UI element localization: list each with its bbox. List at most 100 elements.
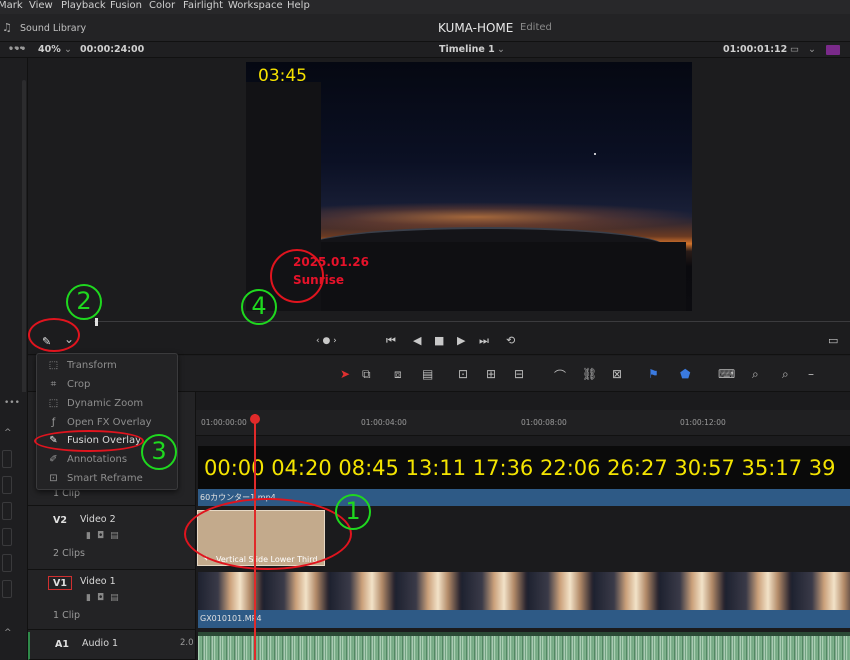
insert-clip-icon[interactable]: ⊡ (458, 367, 468, 381)
music-note-icon[interactable]: ♫ (2, 21, 12, 34)
track-clip-count: 1 Clip (53, 610, 81, 621)
selection-tool-icon[interactable]: ➤ (340, 367, 350, 381)
zoom-out-icon[interactable]: – (808, 367, 814, 381)
clip-counter-video[interactable]: 00:00 04:20 08:45 13:11 17:36 22:06 26:2… (198, 446, 850, 506)
blade-tool-icon[interactable]: ▤ (422, 367, 433, 381)
viewer (28, 58, 850, 313)
clip-audio[interactable] (198, 632, 850, 660)
timeline-name[interactable]: Timeline 1 (439, 44, 495, 55)
menu-playback[interactable]: Playback (61, 0, 106, 12)
side-tab[interactable] (2, 476, 12, 494)
track-badge[interactable]: A1 (50, 638, 74, 652)
project-title: KUMA-HOME (438, 21, 514, 35)
link-icon[interactable]: ⛓ (582, 367, 597, 381)
loop-icon[interactable]: ⟲ (506, 334, 515, 347)
side-tab[interactable] (2, 528, 12, 546)
viewer-layout-icon[interactable]: ▭ (790, 44, 799, 55)
chevron-up-icon[interactable]: ^ (4, 428, 12, 438)
chevron-down-icon[interactable]: ⌄ (64, 44, 72, 55)
annotation-pen-icon: ✐ (49, 454, 58, 465)
zoom-detail-icon[interactable]: ⌕ (752, 367, 759, 382)
play-icon[interactable]: ▶ (457, 334, 465, 347)
crop-icon: ⌗ (50, 379, 57, 390)
rooftop-railing (286, 242, 686, 311)
trim-tool-icon[interactable]: ⧉ (362, 367, 371, 382)
menu-item-smart-reframe[interactable]: ⊡ Smart Reframe (37, 470, 177, 488)
zoom-full-icon[interactable]: ⌨ (718, 367, 735, 381)
scrub-playhead[interactable] (95, 318, 98, 326)
fx-icon: ƒ (51, 417, 56, 428)
dynamic-zoom-icon: ⬚ (48, 398, 59, 409)
track-controls-icon[interactable]: ▮◘▤ (86, 531, 125, 541)
side-tab[interactable] (2, 450, 12, 468)
star-dot (594, 153, 596, 155)
menu-workspace[interactable]: Workspace (228, 0, 283, 12)
fx-badge-icon[interactable] (826, 45, 840, 55)
more-options-icon[interactable]: ••• (4, 398, 20, 408)
menu-item-open-fx-overlay[interactable]: ƒ Open FX Overlay (37, 414, 177, 432)
go-to-end-icon[interactable]: ⏭ (479, 334, 489, 348)
menu-item-crop[interactable]: ⌗ Crop (37, 376, 177, 394)
zoom-custom-icon[interactable]: ⌕ (782, 367, 789, 382)
chevron-up-icon[interactable]: ^ (4, 628, 12, 638)
clip-thumbnails (198, 572, 850, 610)
timeline-ruler[interactable]: 01:00:00:00 01:00:04:00 01:00:08:00 01:0… (196, 410, 850, 436)
side-tab[interactable] (2, 554, 12, 572)
chevron-down-icon[interactable]: ⌄ (808, 44, 816, 55)
clip-main-video[interactable]: GX010101.MP4 (198, 572, 850, 628)
dynamic-trim-icon[interactable]: ⧈ (394, 367, 402, 382)
scrub-bar[interactable] (28, 313, 850, 329)
left-panel-scrollbar[interactable] (22, 80, 26, 400)
track-controls-icon[interactable]: ▮◘▤ (86, 593, 125, 603)
more-options-icon[interactable]: ••• (8, 44, 24, 54)
scrub-track[interactable] (94, 321, 850, 322)
smart-reframe-icon: ⊡ (49, 473, 58, 484)
step-marker-1: 1 (335, 494, 371, 530)
track-badge[interactable]: V2 (48, 514, 72, 528)
menu-item-dynamic-zoom[interactable]: ⬚ Dynamic Zoom (37, 395, 177, 413)
stop-icon[interactable]: ■ (434, 334, 444, 347)
side-tab[interactable] (2, 502, 12, 520)
record-timecode: 01:00:01:12 (723, 44, 788, 55)
menu-fusion[interactable]: Fusion (110, 0, 142, 12)
track-header-a1[interactable]: A1 Audio 1 2.0 (28, 632, 196, 660)
ruler-tick: 01:00:12:00 (680, 418, 726, 427)
track-header-v1[interactable]: V1 Video 1 ▮◘▤ 1 Clip (28, 570, 196, 630)
track-header-v2[interactable]: V2 Video 2 ▮◘▤ 2 Clips (28, 508, 196, 570)
annotation-ring-overlay-text (270, 249, 324, 303)
lock-icon[interactable]: ⊠ (612, 367, 622, 381)
menu-view[interactable]: View (29, 0, 53, 12)
go-to-start-icon[interactable]: ⏮ (386, 334, 396, 348)
timeline-side-strip: ••• ^ ^ (0, 392, 28, 660)
overwrite-clip-icon[interactable]: ⊞ (486, 367, 496, 381)
side-tab[interactable] (2, 580, 12, 598)
track-name[interactable]: Video 1 (80, 576, 116, 587)
fullscreen-icon[interactable]: ▭ (828, 334, 838, 347)
playhead-handle[interactable] (250, 414, 260, 424)
menu-color[interactable]: Color (149, 0, 175, 12)
flag-icon[interactable]: ⚑ (648, 367, 659, 381)
annotation-ring-fusion-overlay (34, 430, 144, 452)
transform-icon: ⬚ (48, 360, 59, 371)
track-clip-count: 2 Clips (53, 548, 85, 559)
track-name[interactable]: Audio 1 (82, 638, 118, 649)
left-panel: ••• (0, 44, 28, 400)
clip-name: GX010101.MP4 (200, 614, 262, 623)
replace-clip-icon[interactable]: ⊟ (514, 367, 524, 381)
transport-controls: ✎ ⌄ ‹ ● › ⏮ ◀ ■ ▶ ⏭ ⟲ ▭ (28, 329, 850, 355)
menu-help[interactable]: Help (287, 0, 310, 12)
track-name[interactable]: Video 2 (80, 514, 116, 525)
menu-mark[interactable]: Mark (0, 0, 23, 12)
annotation-ring-overlay-button (28, 318, 80, 352)
track-badge[interactable]: V1 (48, 576, 72, 590)
chevron-down-icon[interactable]: ⌄ (497, 44, 505, 55)
menu-fairlight[interactable]: Fairlight (183, 0, 223, 12)
zoom-level[interactable]: 40% (38, 44, 61, 55)
reverse-play-icon[interactable]: ◀ (413, 334, 421, 347)
sound-library-label[interactable]: Sound Library (20, 23, 86, 34)
snapping-icon[interactable]: ⌒ (554, 367, 566, 384)
menu-item-transform[interactable]: ⬚ Transform (37, 357, 177, 375)
marker-icon[interactable]: ⬟ (680, 367, 690, 381)
jog-control-icon[interactable]: ‹ ● › (316, 336, 337, 346)
viewer-counter-text: 03:45 (258, 66, 307, 86)
